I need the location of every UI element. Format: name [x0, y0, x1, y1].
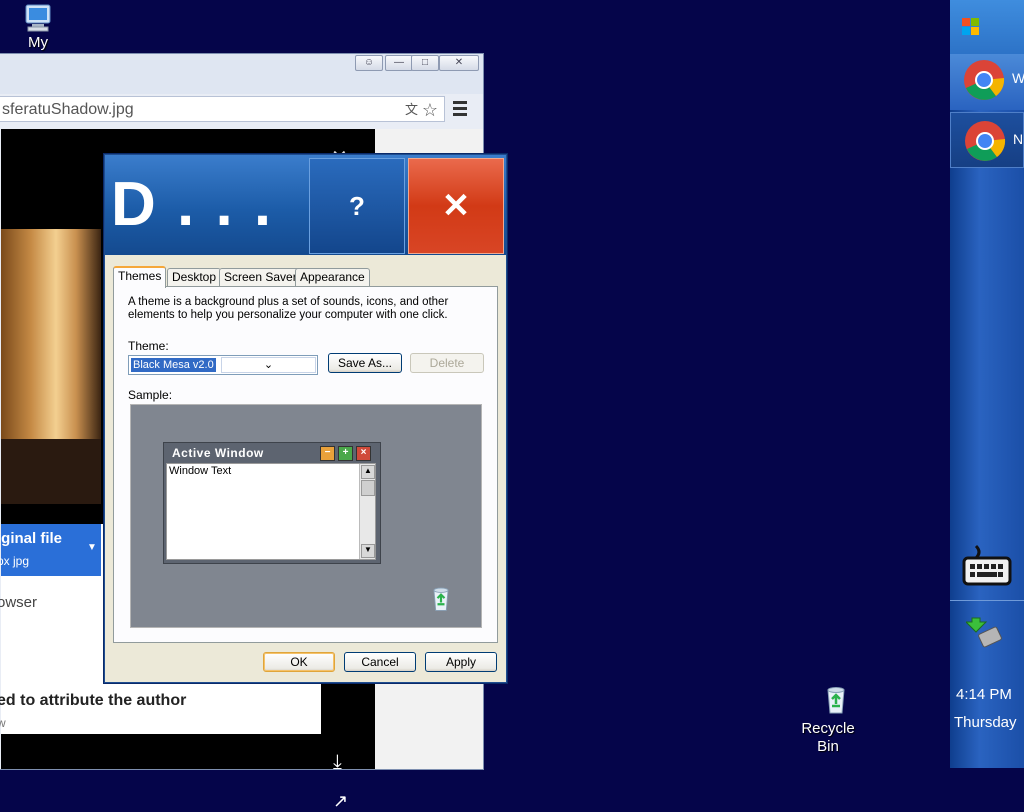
sample-window-body: Window Text ▲ ▼: [166, 463, 376, 560]
windows-logo-icon: [962, 18, 980, 41]
open-in-browser-text[interactable]: owser: [0, 594, 37, 611]
apply-button[interactable]: Apply: [425, 652, 497, 672]
taskbar-item-chrome-2[interactable]: N: [950, 112, 1024, 168]
share-icon[interactable]: ↗: [333, 791, 348, 812]
sample-window-text: Window Text: [169, 465, 232, 477]
sample-active-window: Active Window − + × Window Text ▲ ▼: [163, 442, 381, 564]
maximize-icon: +: [338, 446, 353, 461]
taskbar-item-label: N: [1013, 131, 1024, 147]
keyboard-icon[interactable]: [962, 544, 1012, 593]
desktop-icon-recycle-bin[interactable]: Recycle Bin: [796, 684, 860, 756]
photo-shadow: [1, 439, 101, 504]
window-close-button[interactable]: ✕: [439, 55, 479, 71]
safely-remove-hardware-icon[interactable]: [964, 612, 1006, 657]
menu-icon[interactable]: [453, 101, 467, 116]
theme-dropdown[interactable]: Black Mesa v2.0 ⌄: [128, 355, 318, 375]
tab-themes[interactable]: Themes: [113, 266, 167, 288]
tab-desktop[interactable]: Desktop: [167, 268, 222, 286]
chevron-down-icon[interactable]: ▼: [87, 542, 97, 553]
taskbar: W N 4:14 PM Thursday: [950, 0, 1024, 768]
clock-time[interactable]: 4:14 PM: [956, 686, 1012, 703]
close-button[interactable]: ✕: [408, 158, 504, 254]
clock-day: Thursday: [954, 714, 1017, 731]
recycle-bin-label: Recycle Bin: [801, 720, 855, 755]
attribution-text: ed to attribute the author: [0, 692, 187, 709]
chrome-icon: [963, 119, 1007, 168]
theme-description: A theme is a background plus a set of so…: [128, 296, 449, 321]
tray-separator: [950, 600, 1024, 601]
tab-screen-saver[interactable]: Screen Saver: [219, 268, 302, 286]
star-icon[interactable]: ☆: [422, 97, 438, 123]
taskbar-item-chrome-1[interactable]: W: [950, 54, 1024, 110]
minimize-icon: −: [320, 446, 335, 461]
download-subtitle: px jpg: [0, 554, 30, 568]
download-original-button[interactable]: iginal file px jpg ▼: [0, 524, 101, 576]
my-computer-icon: [20, 2, 56, 38]
themes-panel: A theme is a background plus a set of so…: [113, 286, 498, 643]
theme-selected-value: Black Mesa v2.0: [130, 357, 217, 373]
attribution-card: ed to attribute the author w: [0, 684, 321, 734]
sample-label: Sample:: [128, 388, 173, 402]
profile-icon[interactable]: ☺: [355, 55, 383, 71]
theme-label: Theme:: [128, 339, 169, 353]
minimize-button[interactable]: —: [385, 55, 413, 71]
dialog-title: D . . .: [111, 170, 274, 239]
display-properties-dialog[interactable]: D . . . ? ✕ Themes Desktop Screen Saver …: [104, 154, 507, 683]
sample-scrollbar: ▲ ▼: [359, 464, 375, 559]
address-bar[interactable]: sferatuShadow.jpg 文 ☆: [0, 96, 445, 122]
download-title: iginal file: [0, 530, 63, 547]
maximize-button[interactable]: □: [411, 55, 439, 71]
ok-button[interactable]: OK: [263, 652, 335, 672]
save-as-button[interactable]: Save As...: [328, 353, 402, 373]
taskbar-item-label: W: [1012, 70, 1024, 86]
close-icon: ×: [356, 446, 371, 461]
delete-button[interactable]: Delete: [410, 353, 484, 373]
attribution-sub: w: [0, 716, 6, 730]
download-icon[interactable]: ⤓: [333, 751, 342, 774]
tab-appearance[interactable]: Appearance: [295, 268, 370, 286]
translate-icon[interactable]: 文: [405, 97, 418, 123]
chrome-icon: [962, 58, 1006, 107]
theme-sample-preview: Active Window − + × Window Text ▲ ▼: [130, 404, 482, 628]
chevron-down-icon[interactable]: ⌄: [221, 357, 316, 373]
recycle-bin-icon: [427, 585, 455, 618]
desktop-icon-my-computer[interactable]: My: [20, 2, 56, 51]
recycle-bin-icon: [812, 684, 860, 720]
dialog-titlebar[interactable]: D . . . ? ✕: [105, 155, 506, 255]
cancel-button[interactable]: Cancel: [344, 652, 416, 672]
help-button[interactable]: ?: [309, 158, 405, 254]
url-text: sferatuShadow.jpg: [2, 101, 134, 118]
